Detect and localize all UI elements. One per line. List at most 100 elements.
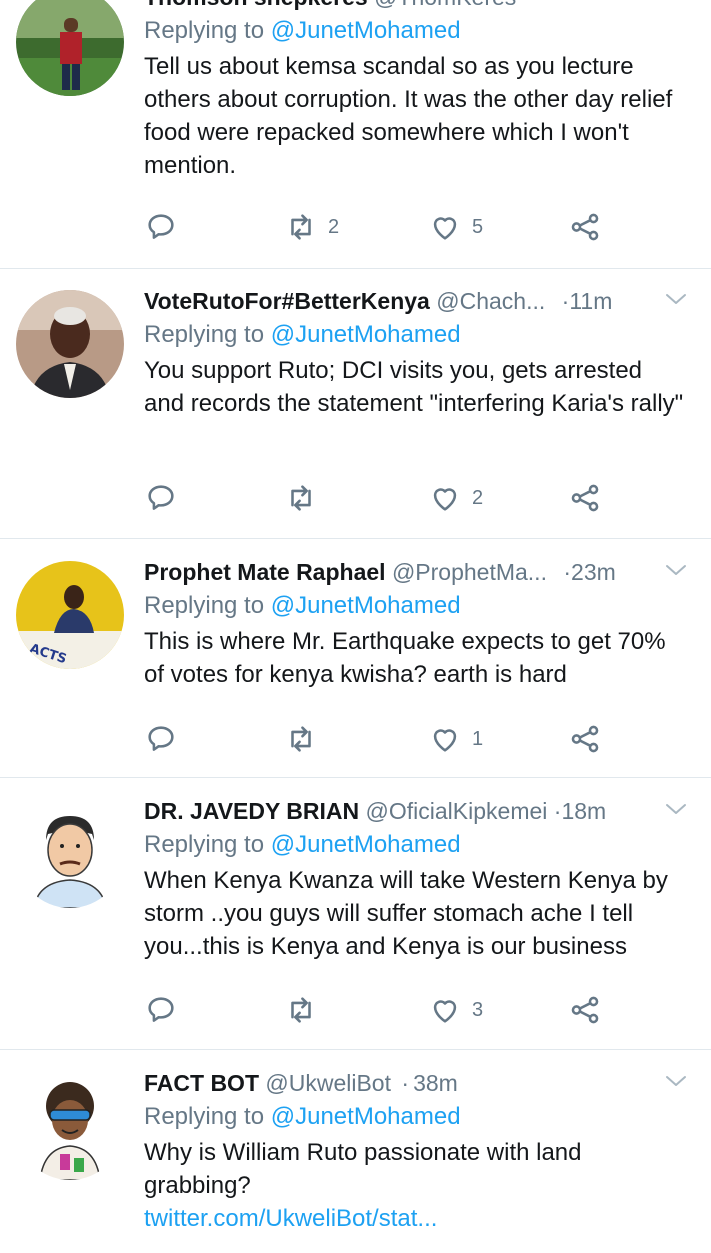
display-name[interactable]: Prophet Mate Raphael bbox=[144, 559, 386, 585]
replying-to-label: Replying to bbox=[144, 831, 271, 858]
timestamp[interactable]: 38m bbox=[413, 1070, 458, 1096]
tweet-item[interactable]: FACT BOT @UkweliBot · 38m Replying to @Ju… bbox=[0, 1050, 711, 1253]
mention-link[interactable]: @JunetMohamed bbox=[271, 831, 461, 858]
display-name[interactable]: VoteRutoFor#BetterKenya bbox=[144, 288, 430, 314]
reply-icon bbox=[148, 485, 174, 510]
display-name[interactable]: Thomson shepkeres bbox=[144, 0, 368, 10]
replying-to: Replying to @JunetMohamed bbox=[144, 14, 687, 48]
like-button[interactable]: 1 bbox=[428, 719, 483, 759]
user-handle[interactable]: @ProphetMa... bbox=[392, 559, 547, 585]
avatar[interactable] bbox=[16, 290, 124, 398]
reply-button[interactable] bbox=[144, 719, 178, 759]
tweet-actions: 1 bbox=[144, 719, 624, 759]
reply-icon bbox=[148, 214, 174, 239]
chevron-down-icon[interactable] bbox=[665, 292, 687, 306]
replying-to: Replying to @JunetMohamed bbox=[144, 318, 687, 352]
avatar-image: ACTS bbox=[16, 561, 124, 669]
tweet-item[interactable]: DR. JAVEDY BRIAN @OficialKipkemei ·18m R… bbox=[0, 778, 711, 1050]
user-handle[interactable]: @OficialKipkemei bbox=[366, 798, 548, 824]
like-count: 2 bbox=[472, 486, 484, 509]
chevron-down-icon[interactable] bbox=[665, 802, 687, 816]
share-button[interactable] bbox=[568, 478, 602, 518]
user-handle[interactable]: @UkweliBot bbox=[265, 1070, 391, 1096]
share-icon bbox=[571, 484, 599, 512]
avatar-image bbox=[16, 290, 124, 398]
heart-icon bbox=[433, 1000, 457, 1023]
timestamp[interactable]: 23m bbox=[571, 559, 616, 585]
avatar-image bbox=[16, 0, 124, 96]
replying-to-label: Replying to bbox=[144, 592, 271, 619]
tweet-text: This is where Mr. Earthquake expects to … bbox=[144, 628, 666, 688]
reply-button[interactable] bbox=[144, 990, 178, 1030]
tweet-header: FACT BOT @UkweliBot · 38m bbox=[144, 1066, 687, 1100]
tweet-item[interactable]: ACTS Prophet Mate Raphael @ProphetMa... … bbox=[0, 539, 711, 778]
retweet-button[interactable] bbox=[284, 478, 318, 518]
retweet-icon bbox=[291, 485, 311, 511]
chevron-down-icon[interactable] bbox=[665, 1074, 687, 1088]
replying-to-label: Replying to bbox=[144, 17, 271, 44]
tweet-header: VoteRutoFor#BetterKenya @Chach... ·11m bbox=[144, 284, 687, 318]
share-button[interactable] bbox=[568, 990, 602, 1030]
avatar[interactable] bbox=[16, 0, 124, 96]
retweet-icon bbox=[291, 214, 311, 240]
share-icon bbox=[571, 213, 599, 241]
tweet-text: When Kenya Kwanza will take Western Keny… bbox=[144, 867, 668, 960]
reply-icon bbox=[148, 726, 174, 751]
tweet-link[interactable]: twitter.com/UkweliBot/stat... bbox=[144, 1202, 687, 1235]
like-button[interactable]: 3 bbox=[428, 990, 483, 1030]
separator-dot: · bbox=[401, 1070, 410, 1096]
share-button[interactable] bbox=[568, 207, 602, 247]
avatar[interactable] bbox=[16, 1072, 124, 1180]
retweet-button[interactable] bbox=[284, 719, 318, 759]
display-name[interactable]: FACT BOT bbox=[144, 1070, 259, 1096]
retweet-button[interactable] bbox=[284, 990, 318, 1030]
replying-to: Replying to @JunetMohamed bbox=[144, 1100, 687, 1134]
chevron-down-icon[interactable] bbox=[665, 563, 687, 577]
display-name[interactable]: DR. JAVEDY BRIAN bbox=[144, 798, 359, 824]
retweet-icon bbox=[291, 726, 311, 752]
avatar-image bbox=[16, 1072, 124, 1180]
separator-dot: · bbox=[563, 559, 572, 585]
like-button[interactable]: 2 bbox=[428, 478, 483, 518]
tweet-item[interactable]: Thomson shepkeres @ThomKeres Replying to… bbox=[0, 0, 711, 269]
tweet-actions: 2 5 bbox=[144, 207, 624, 247]
mention-link[interactable]: @JunetMohamed bbox=[271, 17, 461, 44]
timestamp[interactable]: 18m bbox=[561, 798, 606, 824]
tweet-header: Prophet Mate Raphael @ProphetMa... ·23m bbox=[144, 555, 687, 589]
retweet-count: 2 bbox=[328, 215, 340, 238]
like-count: 5 bbox=[472, 215, 484, 238]
like-button[interactable]: 5 bbox=[428, 207, 483, 247]
heart-icon bbox=[433, 217, 457, 240]
reply-button[interactable] bbox=[144, 478, 178, 518]
tweet-item[interactable]: VoteRutoFor#BetterKenya @Chach... ·11m R… bbox=[0, 268, 711, 539]
share-button[interactable] bbox=[568, 719, 602, 759]
tweet-text: Why is William Ruto passionate with land… bbox=[144, 1139, 582, 1199]
tweet-header: DR. JAVEDY BRIAN @OficialKipkemei ·18m bbox=[144, 794, 687, 828]
heart-icon bbox=[433, 488, 457, 511]
tweet-actions: 3 bbox=[144, 990, 624, 1030]
timestamp[interactable]: 11m bbox=[569, 288, 612, 314]
reply-button[interactable] bbox=[144, 207, 178, 247]
replying-to-label: Replying to bbox=[144, 1103, 271, 1130]
replying-to-label: Replying to bbox=[144, 321, 271, 348]
heart-icon bbox=[433, 729, 457, 752]
tweet-actions: 2 bbox=[144, 478, 624, 518]
tweet-header: Thomson shepkeres @ThomKeres bbox=[144, 0, 687, 14]
user-handle[interactable]: @ThomKeres bbox=[374, 0, 516, 10]
avatar-image bbox=[16, 800, 124, 908]
avatar[interactable]: ACTS bbox=[16, 561, 124, 669]
reply-icon bbox=[148, 997, 174, 1022]
replying-to: Replying to @JunetMohamed bbox=[144, 828, 687, 862]
retweet-icon bbox=[291, 997, 311, 1023]
like-count: 3 bbox=[472, 998, 484, 1021]
user-handle[interactable]: @Chach... bbox=[436, 288, 545, 314]
share-icon bbox=[571, 725, 599, 753]
tweet-text: You support Ruto; DCI visits you, gets a… bbox=[144, 357, 684, 417]
mention-link[interactable]: @JunetMohamed bbox=[271, 321, 461, 348]
retweet-button[interactable]: 2 bbox=[284, 207, 339, 247]
avatar[interactable] bbox=[16, 800, 124, 908]
mention-link[interactable]: @JunetMohamed bbox=[271, 1103, 461, 1130]
share-icon bbox=[571, 996, 599, 1024]
mention-link[interactable]: @JunetMohamed bbox=[271, 592, 461, 619]
like-count: 1 bbox=[472, 727, 484, 750]
